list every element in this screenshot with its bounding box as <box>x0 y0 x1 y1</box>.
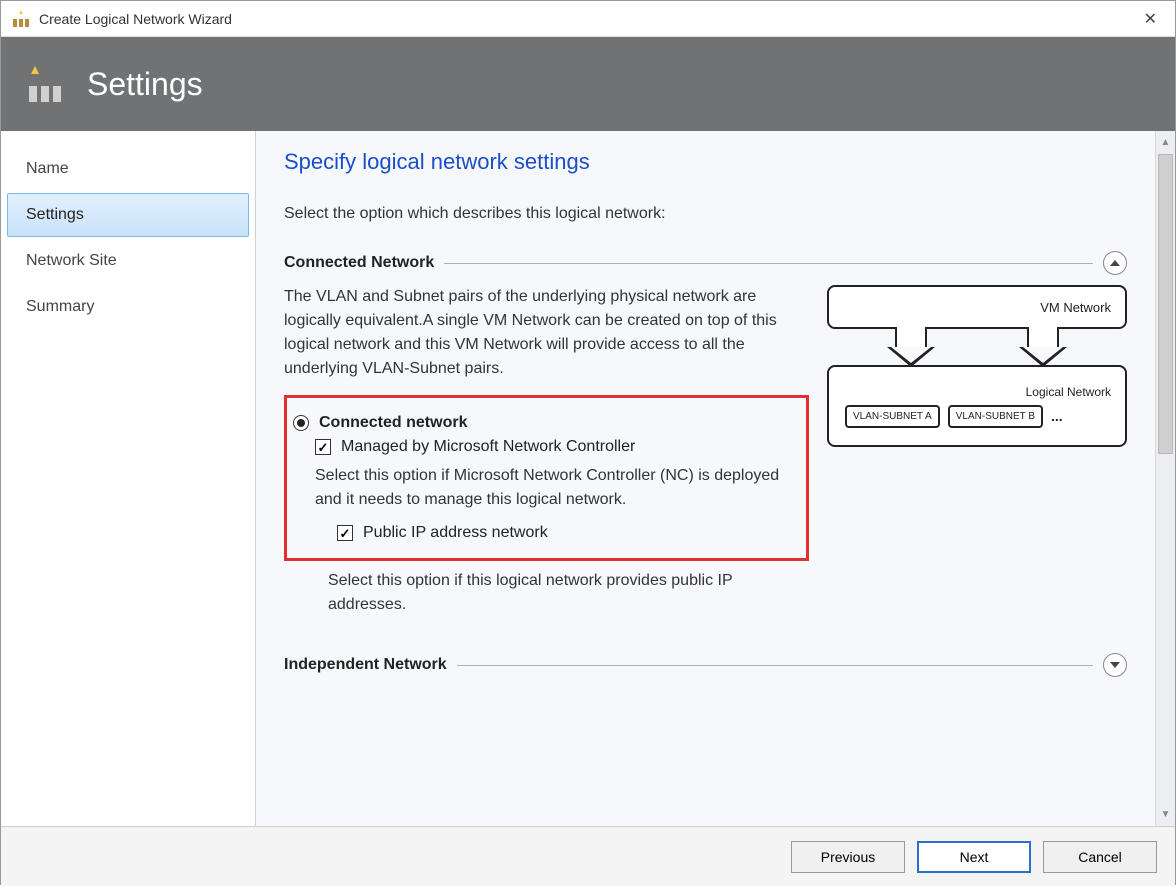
scroll-down-icon[interactable]: ▼ <box>1161 803 1171 826</box>
sidebar-item-label: Network Site <box>26 252 117 269</box>
checkbox-managed-by-nc[interactable]: Managed by Microsoft Network Controller <box>293 438 800 456</box>
diagram-subnet-b: VLAN-SUBNET B <box>948 405 1043 428</box>
managed-helper-text: Select this option if Microsoft Network … <box>293 464 800 512</box>
banner: Settings <box>1 37 1175 131</box>
sidebar-item-label: Settings <box>26 206 84 223</box>
window-title: Create Logical Network Wizard <box>39 11 1136 27</box>
checkbox-icon <box>337 525 353 541</box>
diagram-arrows <box>845 327 1109 369</box>
chevron-up-icon <box>1110 260 1120 266</box>
section-divider <box>444 263 1093 264</box>
diagram-subnet-a: VLAN-SUBNET A <box>845 405 940 428</box>
vertical-scrollbar[interactable]: ▲ ▼ <box>1155 131 1175 826</box>
section-connected: Connected Network The VLAN and Subnet pa… <box>284 251 1127 629</box>
section-independent: Independent Network <box>284 653 1127 677</box>
content: Specify logical network settings Select … <box>256 131 1155 826</box>
radio-icon <box>293 415 309 431</box>
section-header-independent: Independent Network <box>284 653 1127 677</box>
sidebar-item-settings[interactable]: Settings <box>7 193 249 237</box>
scroll-thumb[interactable] <box>1158 154 1173 454</box>
section-body-connected: The VLAN and Subnet pairs of the underly… <box>284 285 1127 629</box>
highlighted-options: Connected network Managed by Microsoft N… <box>284 395 809 561</box>
arrow-down-icon <box>1019 327 1067 369</box>
section-header-connected: Connected Network <box>284 251 1127 275</box>
cancel-button[interactable]: Cancel <box>1043 841 1157 873</box>
content-wrap: Specify logical network settings Select … <box>256 131 1175 826</box>
sidebar-item-network-site[interactable]: Network Site <box>7 239 249 283</box>
publicip-helper-text: Select this option if this logical netwo… <box>284 569 809 617</box>
section-title: Connected Network <box>284 254 434 272</box>
next-button[interactable]: Next <box>917 841 1031 873</box>
wizard-icon <box>11 9 31 29</box>
arrow-down-icon <box>887 327 935 369</box>
checkbox-label: Public IP address network <box>363 524 548 542</box>
previous-button[interactable]: Previous <box>791 841 905 873</box>
checkbox-icon <box>315 439 331 455</box>
page-heading: Specify logical network settings <box>284 149 1127 175</box>
network-diagram: VM Network <box>827 285 1127 629</box>
instruction-text: Select the option which describes this l… <box>284 205 1127 223</box>
sidebar: Name Settings Network Site Summary <box>1 131 256 826</box>
chevron-down-icon <box>1110 662 1120 668</box>
diagram-vm-network-box: VM Network <box>827 285 1127 329</box>
radio-connected-network[interactable]: Connected network <box>293 414 800 432</box>
sidebar-item-label: Summary <box>26 298 94 315</box>
section-description: The VLAN and Subnet pairs of the underly… <box>284 285 809 381</box>
sidebar-item-name[interactable]: Name <box>7 147 249 191</box>
close-button[interactable]: ✕ <box>1136 5 1165 33</box>
banner-title: Settings <box>87 66 203 103</box>
checkbox-public-ip[interactable]: Public IP address network <box>293 524 800 542</box>
main-area: Name Settings Network Site Summary Speci… <box>1 131 1175 826</box>
diagram-logical-network-box: Logical Network VLAN-SUBNET A VLAN-SUBNE… <box>827 365 1127 447</box>
scroll-track[interactable] <box>1156 154 1175 803</box>
titlebar: Create Logical Network Wizard ✕ <box>1 1 1175 37</box>
diagram-subnets: VLAN-SUBNET A VLAN-SUBNET B ... <box>839 405 1115 428</box>
radio-label: Connected network <box>319 414 467 432</box>
footer: Previous Next Cancel <box>1 826 1175 886</box>
collapse-button-connected[interactable] <box>1103 251 1127 275</box>
diagram-vm-network-label: VM Network <box>1040 300 1111 315</box>
section-title: Independent Network <box>284 656 447 674</box>
expand-button-independent[interactable] <box>1103 653 1127 677</box>
banner-icon <box>25 62 69 106</box>
scroll-up-icon[interactable]: ▲ <box>1161 131 1171 154</box>
section-text-column: The VLAN and Subnet pairs of the underly… <box>284 285 809 629</box>
diagram-ellipsis: ... <box>1051 408 1063 424</box>
sidebar-item-label: Name <box>26 160 69 177</box>
checkbox-label: Managed by Microsoft Network Controller <box>341 438 635 456</box>
sidebar-item-summary[interactable]: Summary <box>7 285 249 329</box>
diagram-logical-network-label: Logical Network <box>839 385 1115 399</box>
section-divider <box>457 665 1093 666</box>
